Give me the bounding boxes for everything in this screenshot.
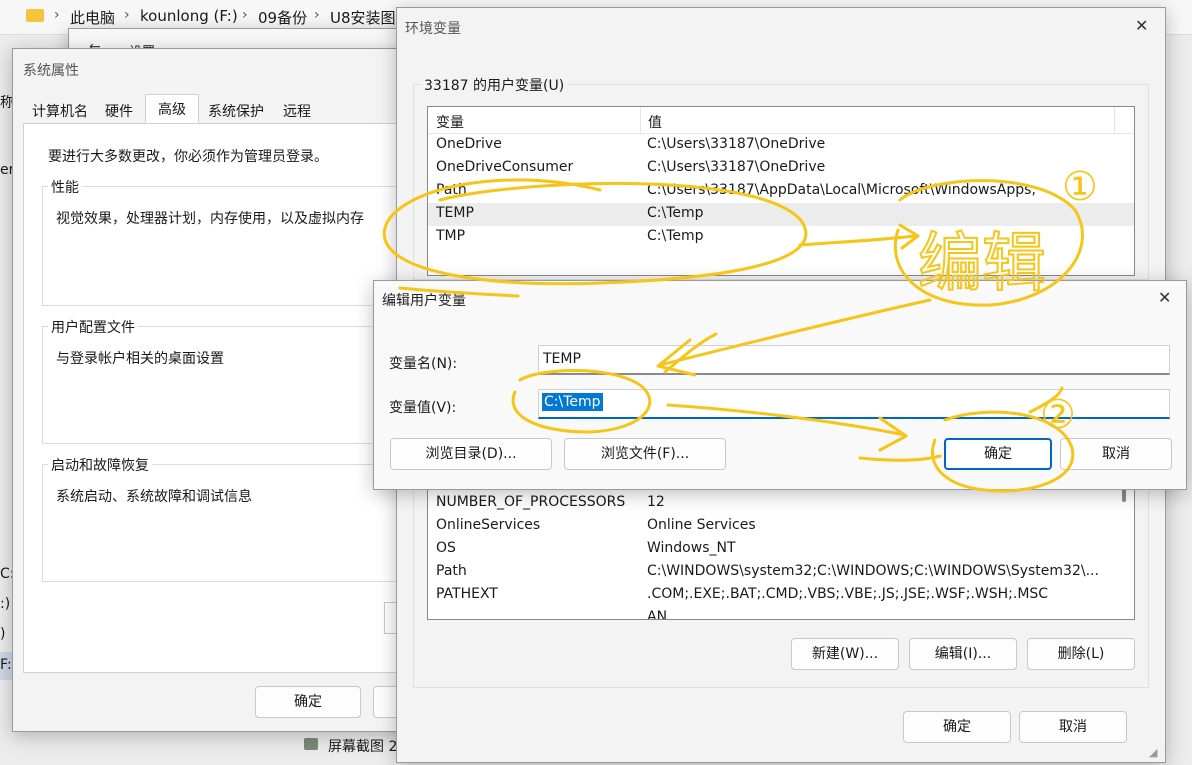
annotation-oval-vars bbox=[382, 178, 808, 286]
annotation-circle-2: ② bbox=[1040, 392, 1076, 438]
annotation-overlay: ① ② 编辑 bbox=[382, 164, 1098, 493]
annotation-underline-ok bbox=[858, 454, 942, 462]
annotation-arrow-to-name bbox=[656, 298, 932, 377]
annotation-arrow-to-ok bbox=[666, 403, 908, 452]
annotation-arrow-to-note bbox=[798, 223, 920, 250]
annotation-underline bbox=[398, 286, 520, 298]
annotation-oval-value bbox=[511, 369, 652, 434]
annotation-circle-1: ① bbox=[1062, 164, 1098, 210]
annotation-note: 编辑 bbox=[918, 227, 1046, 301]
